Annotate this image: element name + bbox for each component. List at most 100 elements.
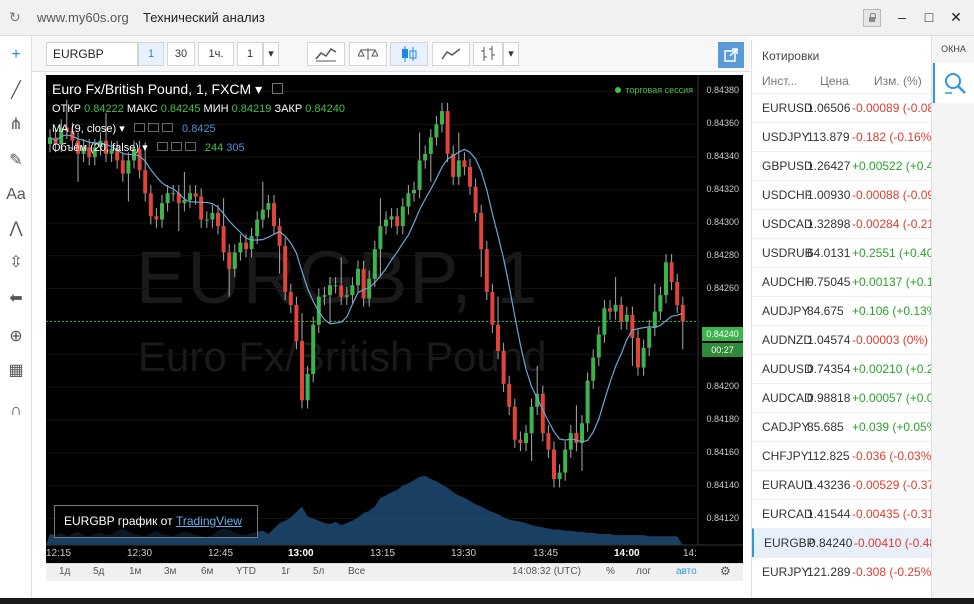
volume-eye-icon[interactable] [156,142,168,151]
range-button-4[interactable]: 6м [201,566,213,577]
ma-caret[interactable]: ▾ [119,123,125,135]
maximize-button[interactable]: □ [920,8,938,26]
interval-dropdown[interactable]: ▾ [263,42,279,66]
quote-price: 0.98818 [807,391,851,405]
range-button-8[interactable]: Все [348,566,365,577]
interval-custom-button[interactable]: 1 [237,42,263,66]
quote-change: -0.00410 (-0.48%) [854,536,932,550]
quote-price: 112.825 [807,449,850,463]
legend-settings-icon[interactable] [272,83,283,94]
quote-row[interactable]: EURUSD1.06506-0.00089 (-0.08%) [752,93,932,122]
minimize-button[interactable]: – [893,8,911,26]
quote-row[interactable]: EURJPY 121.289 -0.308 (-0.25%) [752,557,932,586]
quote-row[interactable]: EURGBP0.84240-0.00410 (-0.48%) [752,528,932,557]
quote-price: 1.32898 [807,217,851,231]
quote-row[interactable]: AUDCHF0.75045+0.00137 (+0.18%) [752,267,932,296]
ma-remove-icon[interactable] [161,123,173,132]
quote-row[interactable]: AUDNZD 1.04574 -0.00003 (0%) [752,325,932,354]
compare-icon[interactable] [349,42,387,66]
interval-1-button[interactable]: 1 [138,42,164,66]
lock-icon[interactable] [863,9,881,27]
auto-toggle[interactable]: авто [676,566,697,577]
range-button-5[interactable]: YTD [236,566,256,577]
candles-icon[interactable] [390,42,428,66]
x-axis-tick: 12:15 [46,548,72,559]
quote-row[interactable]: USDJPY 113.879 -0.182 (-0.16%) [752,122,932,151]
quote-row[interactable]: USDRUB64.0131+0.2551 (+0.40%) [752,238,932,267]
symbol-input[interactable]: EURGBP [46,42,138,66]
quote-change: -0.00089 (-0.08%) [852,101,932,115]
indicators-icon[interactable] [307,42,345,66]
trendline-icon[interactable]: ╱ [3,78,29,104]
range-button-1[interactable]: 5д [93,566,104,577]
price-chart[interactable]: EURGBP, 1 Euro Fx/British Pound Euro Fx/… [46,75,743,563]
quote-row[interactable]: CADJPY85.685 +0.039 (+0.05%) [752,412,932,441]
percent-toggle[interactable]: % [606,566,615,577]
volume-remove-icon[interactable] [184,142,196,151]
pattern-icon[interactable]: ⋀ [3,216,29,242]
ruler-icon[interactable]: ▦ [3,358,29,384]
quote-row[interactable]: CHFJPY 112.825 -0.036 (-0.03%) [752,441,932,470]
candle-body [193,193,198,197]
candle-body [434,124,439,138]
candle-body [580,423,584,443]
open-new-window-icon[interactable] [718,42,744,68]
volume-settings-icon[interactable] [170,142,182,151]
quotes-tab[interactable] [933,63,974,103]
close-value: 0.84240 [305,103,346,115]
brush-icon[interactable]: ✎ [3,148,29,174]
quote-row[interactable]: EURCAD1.41544-0.00435 (-0.31%) [752,499,932,528]
log-toggle[interactable]: лог [636,566,651,577]
chart-settings-icon[interactable]: ⚙ [720,564,731,578]
quote-row[interactable]: USDCHF1.00930-0.00088 (-0.09%) [752,180,932,209]
refresh-icon[interactable]: ↻ [9,10,23,24]
chart-type-dropdown[interactable]: ▾ [503,42,519,66]
address-url[interactable]: www.my60s.org [37,10,129,25]
bars-chart-icon[interactable] [473,42,503,66]
low-label: МИН [203,103,229,115]
interval-1h-button[interactable]: 1ч. [198,42,234,66]
col-change[interactable]: Изм. (%) [874,74,922,88]
quotes-header: Котировки [762,49,820,63]
fib-icon[interactable]: ⋔ [3,112,29,138]
range-button-7[interactable]: 5л [313,566,324,577]
range-button-6[interactable]: 1г [281,566,290,577]
line-chart-icon[interactable] [432,42,470,66]
title-caret[interactable]: ▾ [255,81,262,97]
measure-icon[interactable]: ⇳ [3,250,29,276]
y-axis-tick: 0.84120 [706,512,739,523]
quote-row[interactable]: AUDJPY84.675 +0.106 (+0.13%) [752,296,932,325]
quote-row[interactable]: EURAUD1.43236-0.00529 (-0.37%) [752,470,932,499]
text-tool-icon[interactable]: Aa [3,182,29,208]
quote-price: 1.06506 [807,101,851,115]
interval-30-button[interactable]: 30 [167,42,195,66]
quote-row[interactable]: USDCAD1.32898-0.00284 (-0.21%) [752,209,932,238]
volume-legend[interactable]: Объём (20, false) ▾ 244 305 [52,141,245,154]
candle-body [249,236,254,250]
quote-change: -0.00529 (-0.37%) [852,478,932,492]
quote-row[interactable]: AUDCAD0.98818+0.00057 (+0.06%) [752,383,932,412]
quote-row[interactable]: GBPUSD1.26427+0.00522 (+0.41%) [752,151,932,180]
ma-eye-icon[interactable] [133,123,145,132]
tradingview-link[interactable]: TradingView [176,514,242,528]
range-button-3[interactable]: 3м [164,566,176,577]
col-price[interactable]: Цена [820,74,849,88]
quote-symbol: AUDUSD [762,362,813,376]
crosshair-icon[interactable]: + [3,42,29,68]
zoom-icon[interactable]: ⊕ [3,324,29,350]
windows-tab-label[interactable]: ОКНА [932,44,974,54]
candle-body [518,439,523,443]
magnet-icon[interactable]: ∩ [3,398,29,424]
candle-body [389,216,394,220]
countdown-badge: 00:27 [702,343,743,357]
candle-body [613,305,618,312]
quote-row[interactable]: AUDUSD0.74354+0.00210 (+0.28%) [752,354,932,383]
back-arrow-icon[interactable]: ⬅ [3,286,29,312]
col-symbol[interactable]: Инст... [762,74,797,88]
range-button-0[interactable]: 1д [59,566,70,577]
range-button-2[interactable]: 1м [129,566,141,577]
volume-caret[interactable]: ▾ [142,142,148,154]
close-button[interactable]: ✕ [947,8,965,26]
ma-legend[interactable]: MA (9, close) ▾ 0.8425 [52,122,216,135]
ma-settings-icon[interactable] [147,123,159,132]
